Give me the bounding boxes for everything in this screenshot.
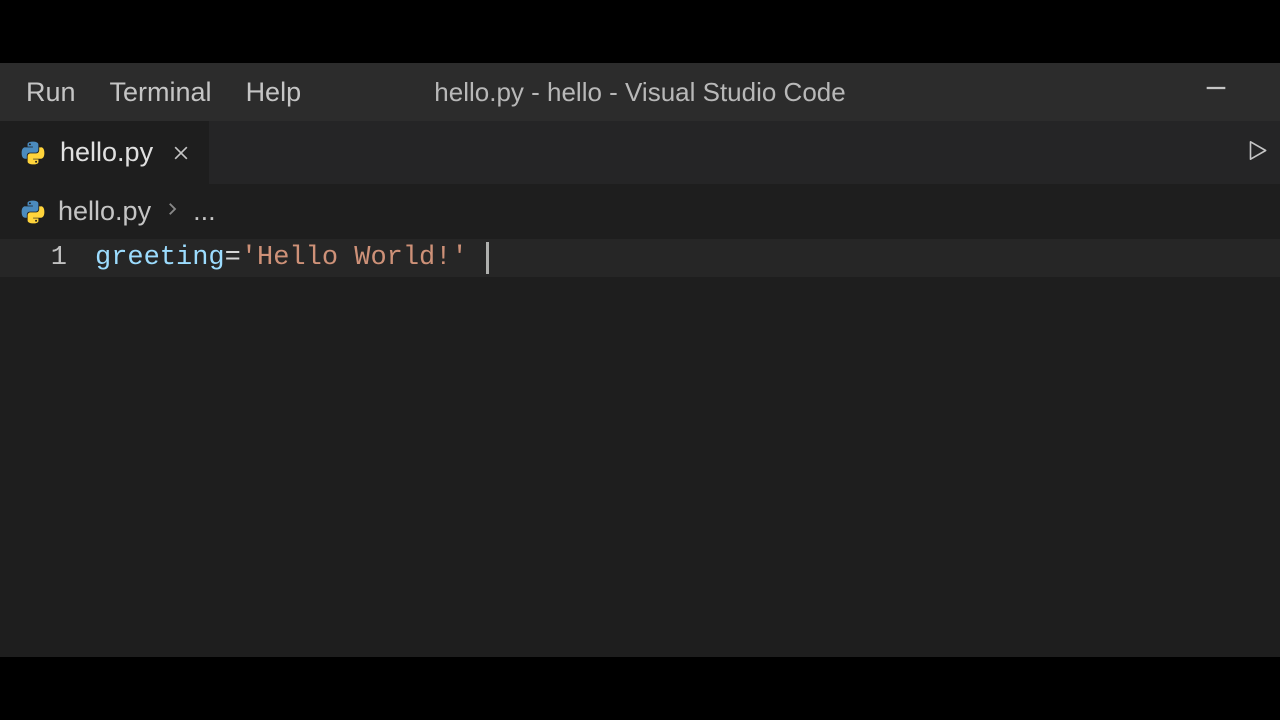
close-tab-button[interactable]: [167, 139, 195, 167]
menu-run[interactable]: Run: [20, 73, 82, 112]
tab-bar: hello.py: [0, 121, 1280, 184]
letterbox-top: [0, 0, 1280, 63]
menu-bar: Run Terminal Help: [0, 73, 307, 112]
code-editor[interactable]: 1 greeting = 'Hello World!': [0, 239, 1280, 277]
breadcrumb-file[interactable]: hello.py: [58, 196, 151, 227]
python-icon: [20, 140, 46, 166]
tab-hello-py[interactable]: hello.py: [0, 121, 210, 184]
token-variable: greeting: [95, 243, 225, 273]
menu-help[interactable]: Help: [240, 73, 308, 112]
vscode-window: Run Terminal Help hello.py - hello - Vis…: [0, 63, 1280, 657]
chevron-right-icon: [163, 200, 181, 223]
minimize-button[interactable]: [1202, 73, 1230, 110]
text-cursor: [486, 242, 489, 274]
tab-label: hello.py: [60, 137, 153, 168]
run-file-button[interactable]: [1244, 137, 1270, 168]
code-line[interactable]: 1 greeting = 'Hello World!': [0, 239, 1280, 277]
token-string: 'Hello World!': [241, 243, 468, 273]
window-title: hello.py - hello - Visual Studio Code: [434, 77, 845, 108]
titlebar: Run Terminal Help hello.py - hello - Vis…: [0, 63, 1280, 121]
breadcrumb[interactable]: hello.py ...: [0, 184, 1280, 239]
menu-terminal[interactable]: Terminal: [104, 73, 218, 112]
code-content[interactable]: greeting = 'Hello World!': [95, 242, 489, 274]
letterbox-bottom: [0, 657, 1280, 720]
line-number: 1: [0, 243, 95, 273]
breadcrumb-ellipsis[interactable]: ...: [193, 196, 216, 227]
token-operator: =: [225, 243, 241, 273]
python-icon: [20, 199, 46, 225]
